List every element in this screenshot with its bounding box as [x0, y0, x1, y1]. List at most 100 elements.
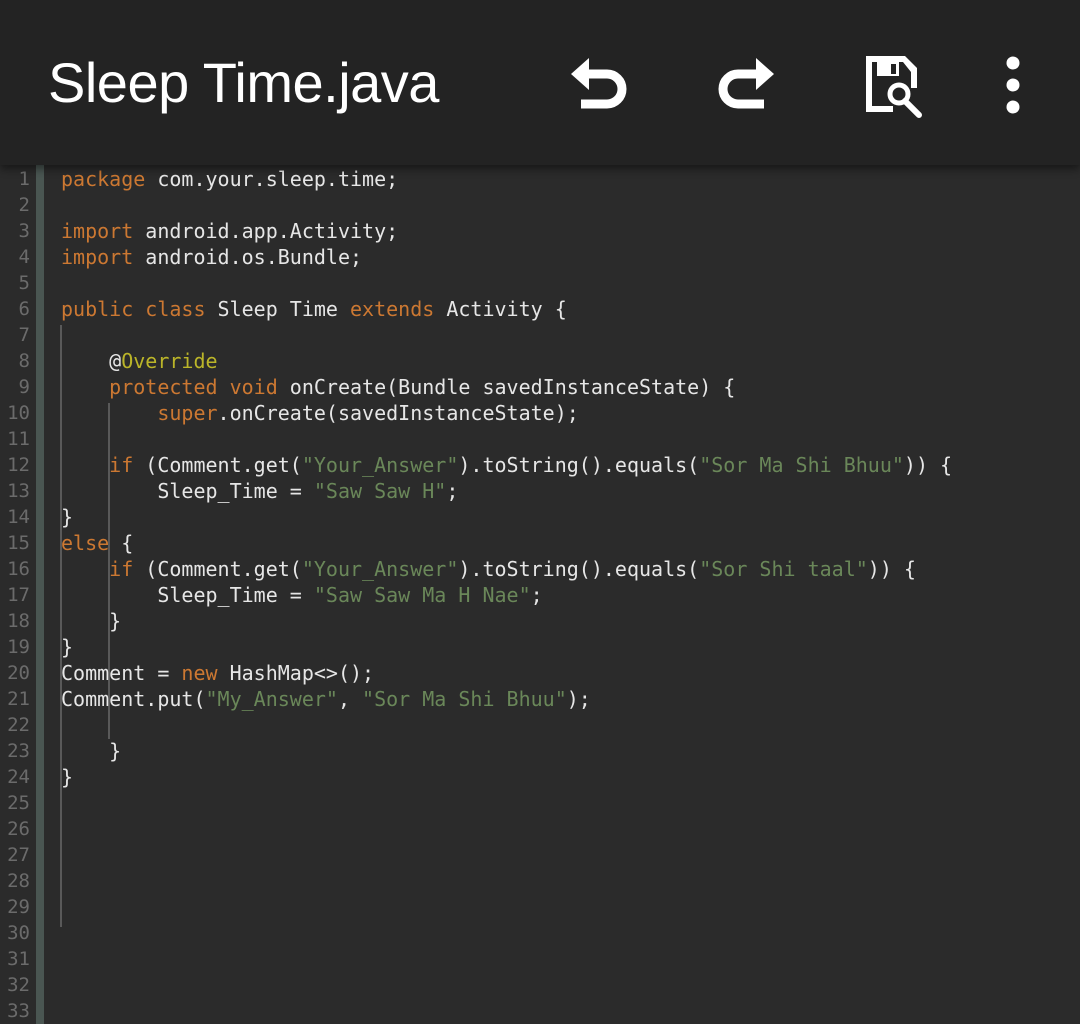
code-token: Comment.put( — [61, 687, 206, 711]
overflow-menu-button[interactable] — [988, 50, 1038, 120]
code-line: public class Sleep Time extends Activity… — [61, 296, 567, 322]
code-line: Comment = new HashMap<>(); — [61, 660, 374, 686]
code-token: (Comment.get( — [133, 453, 302, 477]
app-bar: Sleep Time.java — [0, 0, 1080, 165]
code-editor[interactable]: package com.your.sleep.time; import andro… — [44, 165, 1080, 1024]
code-token: )) { — [903, 453, 953, 477]
code-line: } — [61, 608, 121, 634]
code-line: Comment.put("My_Answer", "Sor Ma Shi Bhu… — [61, 686, 591, 712]
code-token: ); — [566, 687, 591, 711]
code-token: extends — [350, 297, 435, 321]
undo-icon — [571, 58, 627, 109]
line-number: 14 — [7, 506, 30, 528]
line-number: 15 — [7, 532, 30, 554]
line-number: 24 — [7, 766, 30, 788]
line-number: 27 — [7, 844, 30, 866]
code-token: new — [181, 661, 218, 685]
code-token: onCreate(Bundle savedInstanceState) { — [277, 375, 736, 399]
code-line: Sleep_Time = "Saw Saw Ma H Nae"; — [61, 582, 543, 608]
code-token: android.app.Activity; — [133, 219, 399, 243]
line-number: 8 — [18, 350, 30, 372]
line-number: 2 — [18, 194, 30, 216]
code-token: class — [145, 297, 206, 321]
code-token: public — [61, 297, 134, 321]
code-token: if — [109, 453, 134, 477]
code-line: protected void onCreate(Bundle savedInst… — [61, 374, 735, 400]
code-token: package — [61, 167, 146, 191]
line-number: 10 — [7, 402, 30, 424]
code-token: , — [337, 687, 363, 711]
code-token: com.your.sleep.time; — [145, 167, 399, 191]
code-token: )) { — [867, 557, 916, 581]
line-number: 18 — [7, 610, 30, 632]
code-token: } — [61, 609, 122, 633]
code-token: super — [157, 401, 218, 425]
code-token: .onCreate(savedInstanceState); — [217, 401, 579, 425]
code-token: ; — [530, 583, 543, 607]
line-number: 1 — [18, 168, 30, 190]
code-token: Activity { — [434, 297, 567, 321]
code-token: Sleep Time — [205, 297, 351, 321]
code-token: Override — [121, 349, 218, 373]
code-line: else { — [61, 530, 133, 556]
code-token: void — [229, 375, 278, 399]
code-token: "Sor Ma Shi Bhuu" — [362, 687, 567, 711]
code-token: } — [61, 739, 122, 763]
line-number-gutter: 1 2 3 4 5 6 7 8 9 10 11 12 13 14 15 16 17 18 19 20 21 22 23 24 2… — [0, 165, 36, 1024]
code-line: } — [61, 764, 73, 790]
code-token: android.os.Bundle; — [133, 245, 363, 269]
code-token: ; — [446, 479, 459, 503]
line-number: 32 — [7, 974, 30, 996]
line-number: 26 — [7, 818, 30, 840]
line-number: 29 — [7, 896, 30, 918]
code-token: { — [109, 531, 134, 555]
code-token: else — [61, 531, 110, 555]
undo-button[interactable] — [560, 50, 640, 120]
code-token: "Your_Answer" — [301, 557, 459, 581]
code-line: } — [61, 634, 73, 660]
code-line: import android.os.Bundle; — [61, 244, 362, 270]
line-number: 23 — [7, 740, 30, 762]
code-line: if (Comment.get("Your_Answer").toString(… — [61, 556, 916, 582]
code-token: (Comment.get( — [133, 557, 302, 581]
line-number: 28 — [7, 870, 30, 892]
line-number: 6 — [18, 298, 30, 320]
line-number: 22 — [7, 714, 30, 736]
code-line: Sleep_Time = "Saw Saw H"; — [61, 478, 458, 504]
code-token: Comment = — [61, 661, 182, 685]
line-number: 21 — [7, 688, 30, 710]
code-token: "Sor Ma Shi Bhuu" — [699, 453, 904, 477]
line-number: 20 — [7, 662, 30, 684]
line-number: 31 — [7, 948, 30, 970]
code-line: if (Comment.get("Your_Answer").toString(… — [61, 452, 952, 478]
line-number: 25 — [7, 792, 30, 814]
code-token: @ — [61, 349, 122, 373]
code-token: } — [61, 505, 74, 529]
code-token: } — [61, 765, 74, 789]
code-token: Sleep_Time = — [61, 479, 314, 503]
code-line: package com.your.sleep.time; — [61, 166, 398, 192]
line-number: 4 — [18, 246, 30, 268]
file-title: Sleep Time.java — [48, 51, 439, 114]
code-token: "My_Answer" — [205, 687, 338, 711]
redo-button[interactable] — [705, 50, 785, 120]
line-number: 11 — [7, 428, 30, 450]
line-number: 9 — [18, 376, 30, 398]
code-token: ).toString().equals( — [458, 557, 700, 581]
code-line: super.onCreate(savedInstanceState); — [61, 400, 579, 426]
line-number: 12 — [7, 454, 30, 476]
redo-icon — [718, 58, 774, 109]
code-token: "Saw Saw Ma H Nae" — [313, 583, 531, 607]
line-number: 7 — [18, 324, 30, 346]
line-number: 13 — [7, 480, 30, 502]
code-line: @Override — [61, 348, 218, 374]
code-token: } — [61, 635, 74, 659]
save-button[interactable] — [852, 50, 932, 120]
line-number: 17 — [7, 584, 30, 606]
code-line: } — [61, 738, 121, 764]
code-line: } — [61, 504, 73, 530]
line-number: 19 — [7, 636, 30, 658]
